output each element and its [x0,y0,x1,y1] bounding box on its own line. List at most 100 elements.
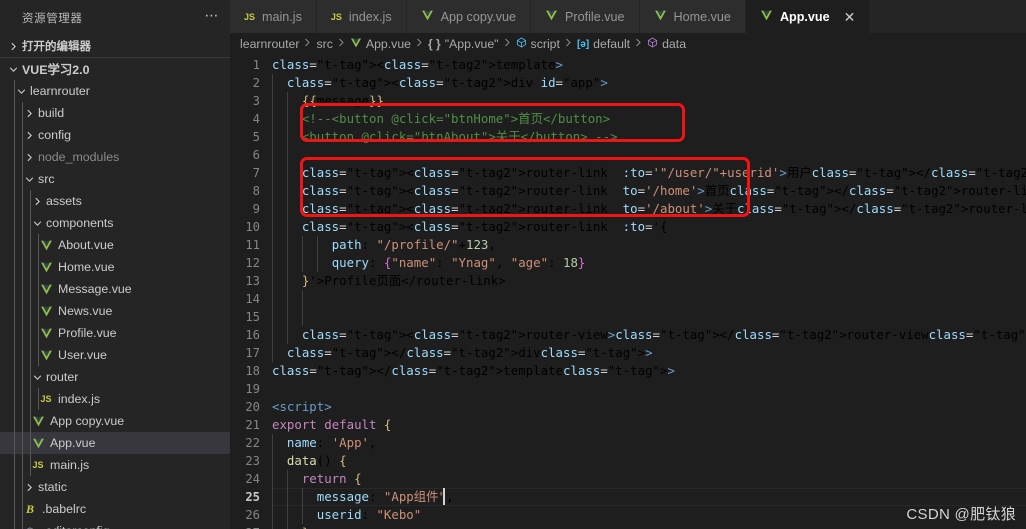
code-line-text[interactable]: query: {"name": "Ynag", "age": 18} [272,254,1026,272]
line-number[interactable]: 25 [230,488,272,506]
tree-item-node-modules[interactable]: node_modules [0,146,230,168]
tree-item-about-vue[interactable]: About.vue [0,234,230,256]
code-line-text[interactable]: name: 'App', [272,434,1026,452]
code-line-text[interactable]: class="t-tag"></class="t-tag2">divclass=… [272,344,1026,362]
tree-item-index-js[interactable]: JS index.js [0,388,230,410]
editor-tab-main-js[interactable]: JS main.js [230,0,317,33]
line-number[interactable]: 27 [230,524,272,529]
chevron-down-icon [29,219,46,228]
code-line-text[interactable]: class="t-tag"><class="t-tag2">router-lin… [272,200,1026,218]
line-number[interactable]: 21 [230,416,272,434]
code-line-text[interactable]: class="t-tag"><class="t-tag2">router-lin… [272,218,1026,236]
breadcrumb-item-learnrouter[interactable]: learnrouter [240,37,299,51]
breadcrumb-item-script[interactable]: script [516,37,560,51]
line-number[interactable]: 11 [230,236,272,254]
code-line-text[interactable]: path: "/profile/"+123, [272,236,1026,254]
code-content[interactable]: 1 class="t-tag"><class="t-tag2">template>… [230,55,1026,529]
code-line-text[interactable] [272,290,1026,308]
line-number[interactable]: 22 [230,434,272,452]
open-editors-section[interactable]: 打开的编辑器 [0,35,230,58]
line-number[interactable]: 13 [230,272,272,290]
code-indent-guide [272,74,273,92]
code-line-text[interactable]: }'>Profile页面</router-link> [272,272,1026,290]
editor-tab-app-vue[interactable]: App.vue ✕ [745,0,871,33]
tree-item-build[interactable]: build [0,102,230,124]
line-number[interactable]: 14 [230,290,272,308]
tree-item-src[interactable]: src [0,168,230,190]
code-editor[interactable]: 1 class="t-tag"><class="t-tag2">template>… [230,55,1026,529]
tree-item-static[interactable]: static [0,476,230,498]
code-line-text[interactable]: } [272,524,1026,529]
code-line-text[interactable]: class="t-tag"><class="t-tag2">div id="ap… [272,74,1026,92]
breadcrumb-item-app-vue[interactable]: { } "App.vue" [428,37,499,51]
breadcrumb-item-data[interactable]: data [647,37,686,51]
tree-item-profile-vue[interactable]: Profile.vue [0,322,230,344]
line-number[interactable]: 19 [230,380,272,398]
line-number[interactable]: 7 [230,164,272,182]
code-line-text[interactable]: <!--<button @click="btnHome">首页</button> [272,110,1026,128]
line-number[interactable]: 5 [230,128,272,146]
line-number[interactable]: 10 [230,218,272,236]
editor-tab-index-js[interactable]: JS index.js [316,0,407,33]
line-number[interactable]: 16 [230,326,272,344]
tree-item-vue-2-0[interactable]: VUE学习2.0 [0,58,230,80]
tree-item-babelrc[interactable]: B .babelrc [0,498,230,520]
breadcrumb-item-app-vue[interactable]: App.vue [350,37,411,52]
tree-item-home-vue[interactable]: Home.vue [0,256,230,278]
line-number[interactable]: 9 [230,200,272,218]
tree-item-config[interactable]: config [0,124,230,146]
indent-guide [22,520,23,529]
breadcrumb-item-default[interactable]: [ə] default [577,37,630,51]
code-line-text[interactable]: class="t-tag"><class="t-tag2">template> [272,56,1026,74]
code-line-text[interactable] [272,146,1026,164]
code-line-text[interactable]: class="t-tag"><class="t-tag2">router-lin… [272,182,1026,200]
tree-item-user-vue[interactable]: User.vue [0,344,230,366]
code-line-text[interactable]: return { [272,470,1026,488]
line-number[interactable]: 4 [230,110,272,128]
tree-item-news-vue[interactable]: News.vue [0,300,230,322]
line-number[interactable]: 17 [230,344,272,362]
chevron-down-icon [29,373,46,382]
code-line-text[interactable] [272,380,1026,398]
indent-guide [30,190,31,212]
editor-tab-app-copy-vue[interactable]: App copy.vue [406,0,532,33]
editor-tab-profile-vue[interactable]: Profile.vue [531,0,640,33]
line-number[interactable]: 20 [230,398,272,416]
tree-item-router[interactable]: router [0,366,230,388]
line-number[interactable]: 6 [230,146,272,164]
line-number[interactable]: 2 [230,74,272,92]
code-line-text[interactable] [272,308,1026,326]
line-number[interactable]: 12 [230,254,272,272]
code-line-text[interactable]: <button @click="btnAbout">关于</button> --… [272,128,1026,146]
code-line-text[interactable]: export default { [272,416,1026,434]
tree-item-assets[interactable]: assets [0,190,230,212]
tree-item-app-copy-vue[interactable]: App copy.vue [0,410,230,432]
indent-guide [38,344,39,366]
line-number[interactable]: 23 [230,452,272,470]
line-number[interactable]: 18 [230,362,272,380]
code-line-text[interactable]: class="t-tag"><class="t-tag2">router-vie… [272,326,1026,344]
close-icon[interactable]: ✕ [844,10,856,24]
code-line-text[interactable]: {{message}} [272,92,1026,110]
line-number[interactable]: 1 [230,56,272,74]
editor-tab-home-vue[interactable]: Home.vue [639,0,746,33]
breadcrumb: learnrouter src App.vue { } "App.vue" script [… [230,33,1026,55]
tree-item-main-js[interactable]: JS main.js [0,454,230,476]
tree-item-learnrouter[interactable]: learnrouter [0,80,230,102]
breadcrumb-item-src[interactable]: src [316,37,332,51]
indent-guide [14,256,15,278]
tree-item-message-vue[interactable]: Message.vue [0,278,230,300]
line-number[interactable]: 24 [230,470,272,488]
code-line-text[interactable]: <script> [272,398,1026,416]
tree-item-editorconfig[interactable]: ⚙.editorconfig [0,520,230,529]
tree-item-components[interactable]: components [0,212,230,234]
ellipsis-icon[interactable]: ⋯ [205,8,221,25]
code-line-text[interactable]: class="t-tag"></class="t-tag2">templatec… [272,362,1026,380]
tree-item-app-vue[interactable]: App.vue [0,432,230,454]
code-line-text[interactable]: class="t-tag"><class="t-tag2">router-lin… [272,164,1026,182]
line-number[interactable]: 3 [230,92,272,110]
line-number[interactable]: 8 [230,182,272,200]
code-line-text[interactable]: data() { [272,452,1026,470]
line-number[interactable]: 15 [230,308,272,326]
line-number[interactable]: 26 [230,506,272,524]
